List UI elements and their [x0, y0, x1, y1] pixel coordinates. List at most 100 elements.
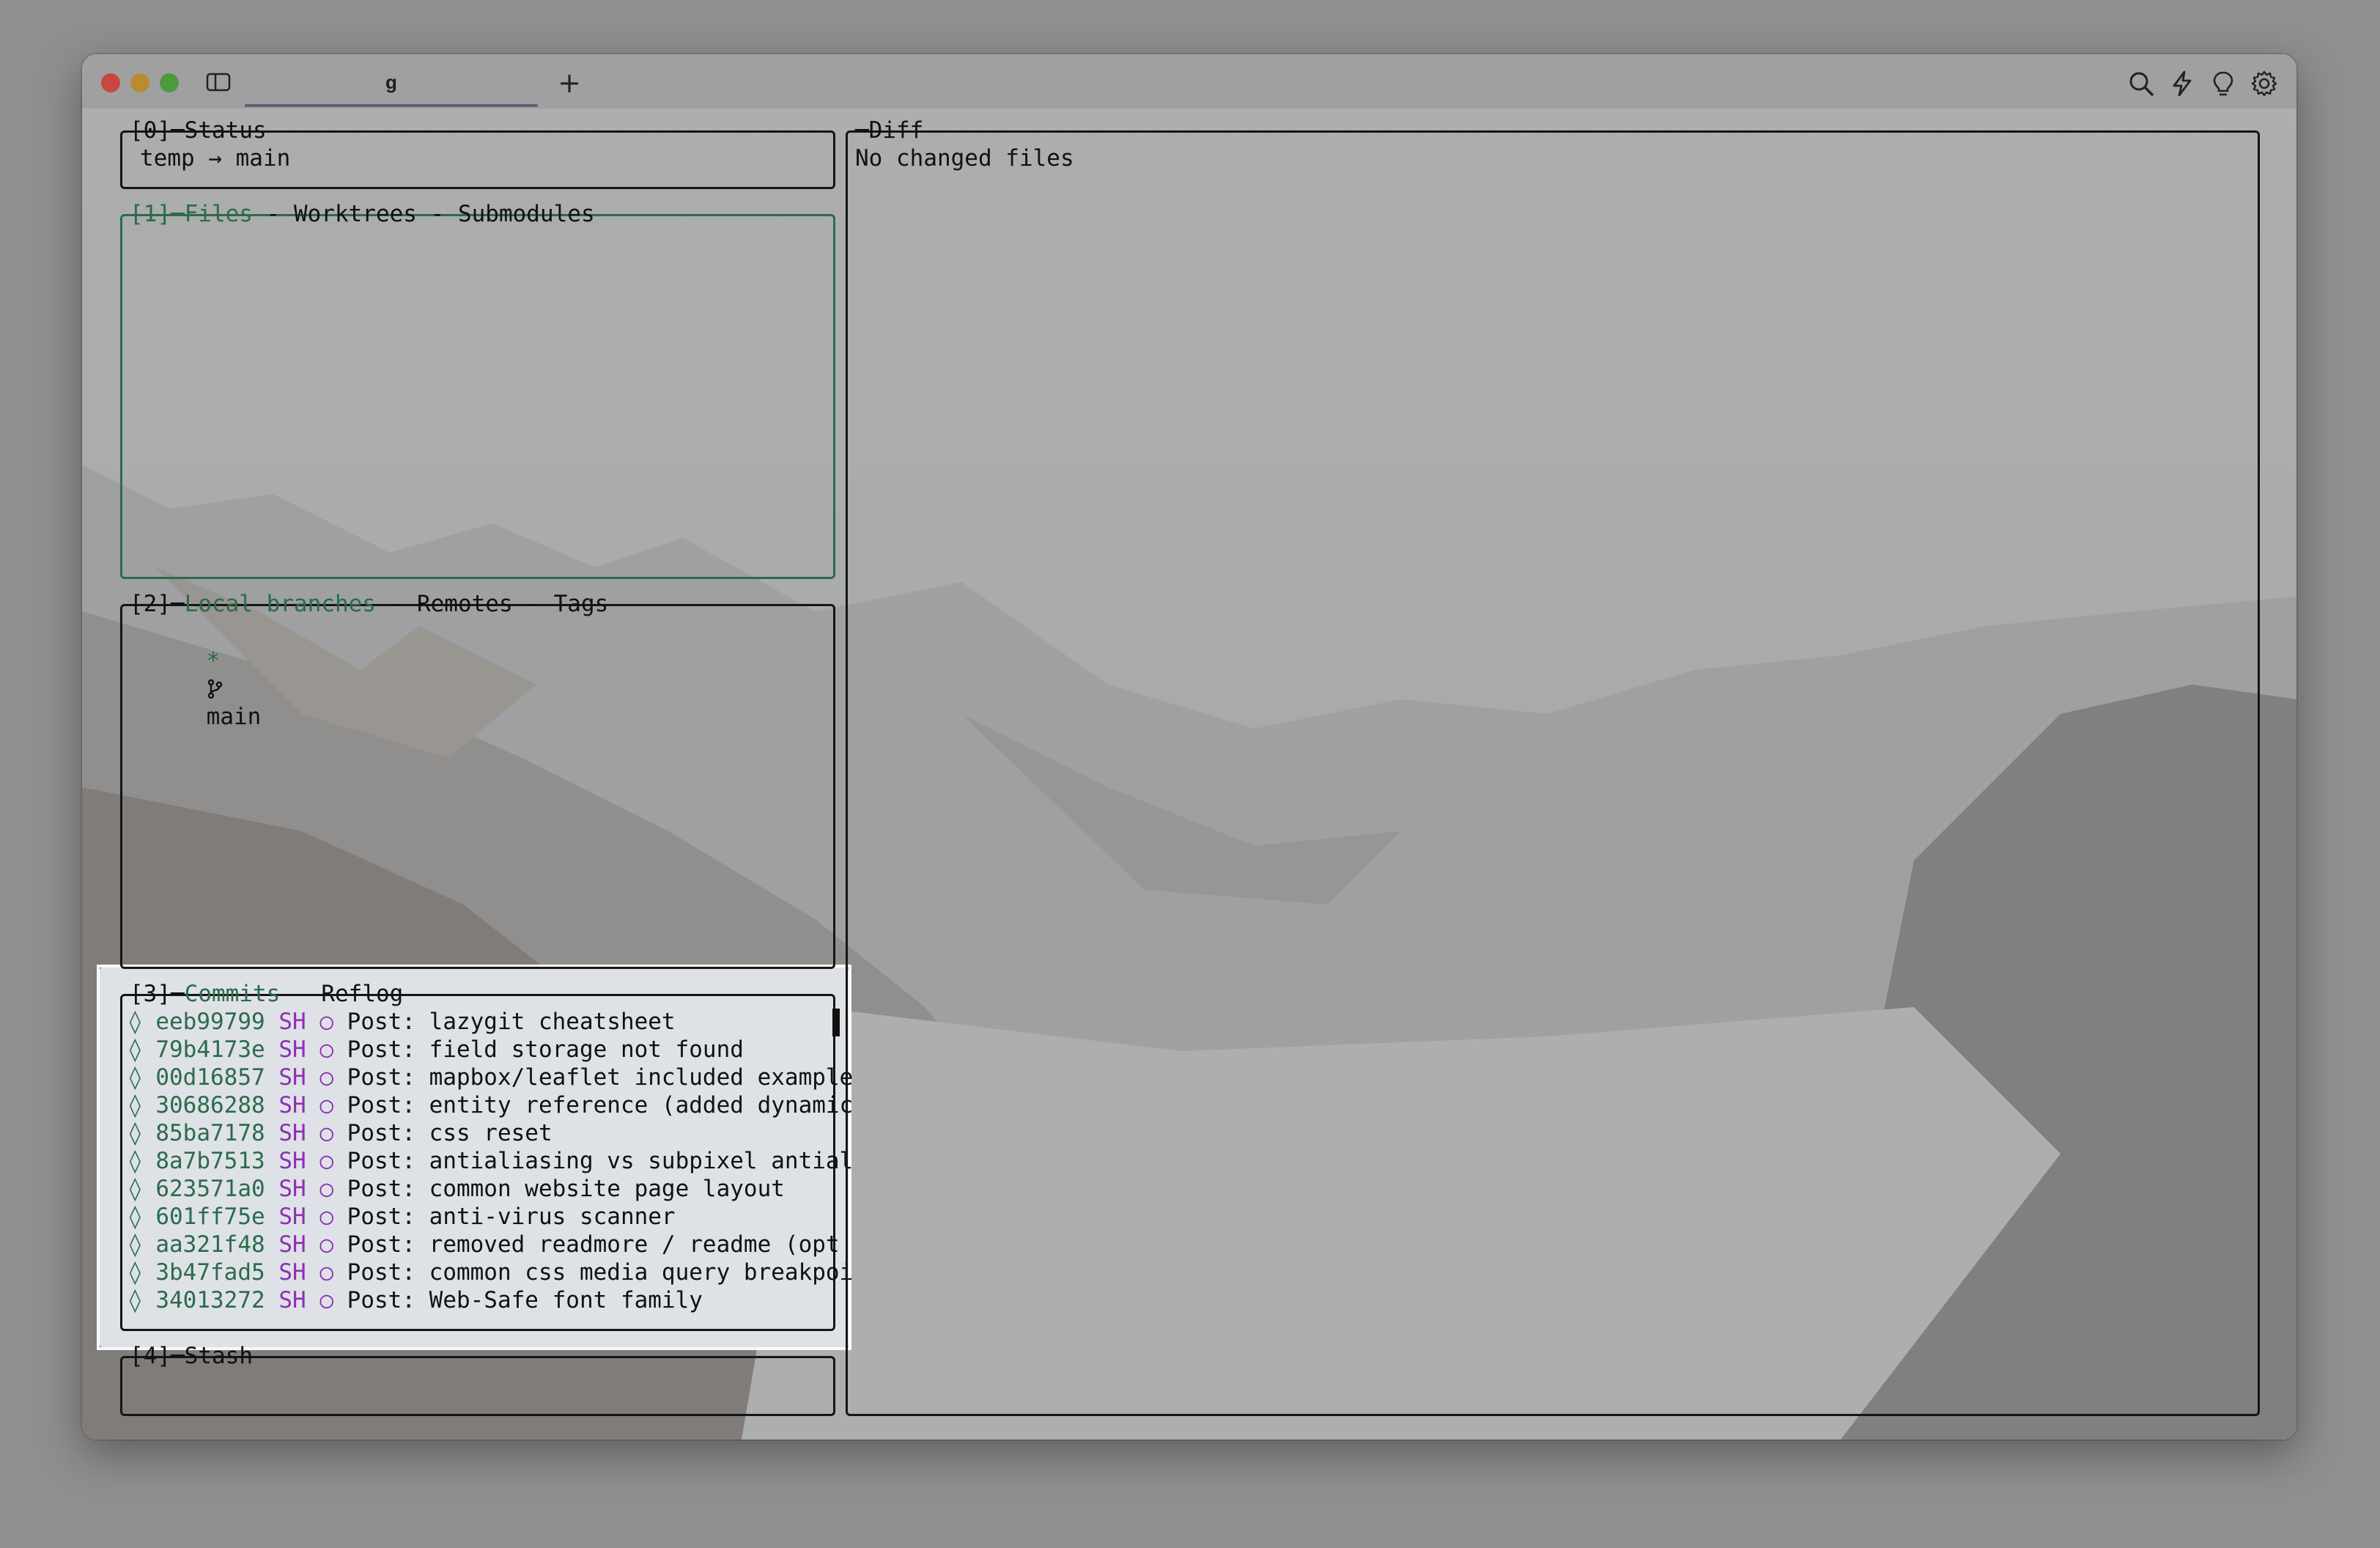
diff-panel[interactable]: ─Diff No changed files: [846, 117, 2260, 1416]
close-window-button[interactable]: [101, 73, 120, 92]
commit-message: Post: Web-Safe font family: [347, 1287, 703, 1313]
diff-content: No changed files: [855, 145, 1074, 172]
commit-graph-glyph: ◊: [128, 1120, 142, 1146]
commit-row[interactable]: ◊ aa321f48 SH ○ Post: removed readmore /…: [128, 1231, 853, 1258]
branch-name: main: [206, 704, 262, 730]
commit-message: Post: entity reference (added dynamic: [347, 1092, 854, 1118]
sidebar-toggle-icon[interactable]: [205, 70, 232, 94]
commit-row[interactable]: ◊ 79b4173e SH ○ Post: field storage not …: [128, 1036, 853, 1064]
commit-author: SH: [278, 1287, 306, 1313]
branch-row[interactable]: * main: [152, 619, 262, 759]
tab-worktrees[interactable]: Worktrees: [294, 201, 417, 227]
commit-message: Post: antialiasing vs subpixel antial: [347, 1148, 854, 1174]
tab-tags[interactable]: Tags: [554, 591, 609, 617]
tab-reflog[interactable]: Reflog: [321, 981, 403, 1007]
commit-node-glyph: ○: [319, 1120, 333, 1146]
commit-row[interactable]: ◊ 00d16857 SH ○ Post: mapbox/leaflet inc…: [128, 1064, 853, 1091]
lightbulb-icon[interactable]: [2209, 69, 2238, 98]
commit-row[interactable]: ◊ 30686288 SH ○ Post: entity reference (…: [128, 1091, 853, 1119]
commit-hash: 623571a0: [155, 1176, 265, 1202]
commit-author: SH: [278, 1259, 306, 1286]
commit-node-glyph: ○: [319, 1064, 333, 1091]
status-line: temp → main: [140, 145, 291, 172]
commits-panel[interactable]: [3]─Commits - Reflog ◊ eeb99799 SH ○ Pos…: [120, 981, 853, 1331]
commit-row[interactable]: ◊ 3b47fad5 SH ○ Post: common css media q…: [128, 1258, 853, 1286]
minimize-window-button[interactable]: [130, 73, 149, 92]
commit-list: ◊ eeb99799 SH ○ Post: lazygit cheatsheet…: [128, 1008, 853, 1314]
commit-graph-glyph: ◊: [128, 1176, 142, 1202]
tab-files[interactable]: Files: [185, 201, 253, 227]
branches-panel[interactable]: [2]─Local branches - Remotes - Tags * ma…: [120, 591, 835, 969]
commit-graph-glyph: ◊: [128, 1036, 142, 1063]
commit-hash: 8a7b7513: [155, 1148, 265, 1174]
commit-graph-glyph: ◊: [128, 1092, 142, 1118]
commit-row[interactable]: ◊ 85ba7178 SH ○ Post: css reset: [128, 1119, 853, 1147]
lightning-icon[interactable]: [2168, 69, 2197, 98]
current-branch-marker: *: [206, 648, 221, 674]
zoom-window-button[interactable]: [160, 73, 179, 92]
search-icon[interactable]: [2126, 69, 2156, 98]
tab-active[interactable]: g: [245, 67, 538, 101]
commit-graph-glyph: ◊: [128, 1009, 142, 1035]
tab-submodules[interactable]: Submodules: [458, 201, 595, 227]
commit-node-glyph: ○: [319, 1009, 333, 1035]
commit-hash: 601ff75e: [155, 1204, 265, 1230]
scroll-cursor: [832, 1009, 840, 1036]
stash-panel[interactable]: [4]─Stash: [120, 1343, 835, 1416]
gear-icon[interactable]: [2250, 69, 2279, 98]
commit-row[interactable]: ◊ 8a7b7513 SH ○ Post: antialiasing vs su…: [128, 1147, 853, 1175]
commit-hash: 85ba7178: [155, 1120, 265, 1146]
commit-message: Post: common website page layout: [347, 1176, 785, 1202]
tab-commits[interactable]: Commits: [185, 981, 281, 1007]
commit-graph-glyph: ◊: [128, 1231, 142, 1258]
commit-row[interactable]: ◊ 34013272 SH ○ Post: Web-Safe font fami…: [128, 1286, 853, 1314]
commit-author: SH: [278, 1092, 306, 1118]
commit-message: Post: removed readmore / readme (opt: [347, 1231, 840, 1258]
commit-row[interactable]: ◊ 601ff75e SH ○ Post: anti-virus scanner: [128, 1203, 853, 1231]
commit-node-glyph: ○: [319, 1231, 333, 1258]
status-panel-title: [0]─Status: [130, 117, 267, 144]
stash-panel-title: [4]─Stash: [130, 1343, 253, 1369]
commit-row[interactable]: ◊ 623571a0 SH ○ Post: common website pag…: [128, 1175, 853, 1203]
commit-author: SH: [278, 1064, 306, 1091]
commit-hash: 3b47fad5: [155, 1259, 265, 1286]
commit-author: SH: [278, 1148, 306, 1174]
tab-remotes[interactable]: Remotes: [417, 591, 513, 617]
commit-author: SH: [278, 1231, 306, 1258]
diff-panel-title: ─Diff: [855, 117, 924, 144]
status-panel[interactable]: [0]─Status temp → main: [120, 117, 835, 189]
tab-local-branches[interactable]: Local branches: [185, 591, 376, 617]
commit-message: Post: anti-virus scanner: [347, 1204, 676, 1230]
commit-hash: 79b4173e: [155, 1036, 265, 1063]
commit-row[interactable]: ◊ eeb99799 SH ○ Post: lazygit cheatsheet: [128, 1008, 853, 1036]
commit-author: SH: [278, 1009, 306, 1035]
files-panel[interactable]: [1]─Files - Worktrees - Submodules: [120, 201, 835, 579]
new-tab-button[interactable]: +: [551, 64, 588, 101]
